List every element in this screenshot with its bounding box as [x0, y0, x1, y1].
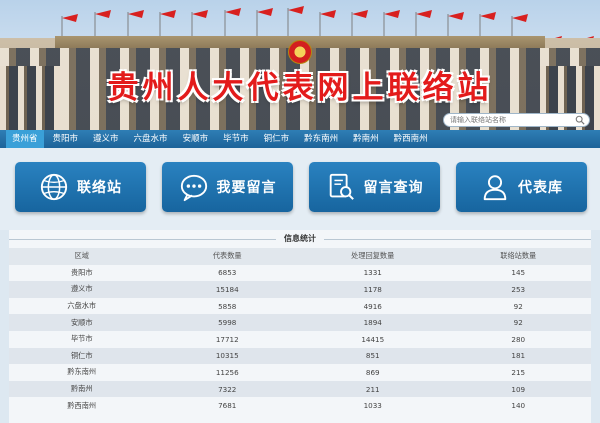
table-row: 安顺市 5998 1894 92	[9, 314, 591, 331]
cell-station-count: 280	[445, 330, 591, 348]
nav-item-zunyi[interactable]: 遵义市	[87, 130, 125, 148]
nav-item-anshun[interactable]: 安顺市	[177, 130, 215, 148]
cell-station-count: 140	[445, 397, 591, 414]
cell-reply-count: 211	[300, 380, 446, 398]
info-statistics-panel: 信息统计 区域 代表数量 处理回复数量 联络站数量 贵阳市 6853 1331 …	[9, 230, 591, 423]
chat-bubble-icon	[180, 174, 207, 202]
liaison-station-label: 联络站	[77, 180, 122, 196]
nav-item-guizhou[interactable]: 贵州省	[6, 130, 44, 148]
table-row: 铜仁市 10315 851 181	[9, 347, 591, 365]
nav-item-qianxinan[interactable]: 黔西南州	[388, 130, 434, 148]
col-header-region: 区域	[9, 248, 155, 265]
cell-reply-count: 869	[300, 364, 446, 381]
stats-title: 信息统计	[276, 233, 324, 244]
cell-station-count: 181	[445, 347, 591, 365]
cell-reply-count: 1178	[300, 281, 446, 298]
table-row: 黔东南州 11256 869 215	[9, 364, 591, 381]
col-header-station-count: 联络站数量	[445, 248, 591, 265]
search-input[interactable]	[450, 114, 575, 126]
leave-message-button[interactable]: 我要留言	[162, 162, 293, 212]
cell-region: 铜仁市	[9, 347, 155, 365]
representative-db-label: 代表库	[518, 180, 563, 196]
cell-rep-count: 10315	[154, 347, 300, 365]
col-header-rep-count: 代表数量	[154, 248, 300, 265]
stats-header-row: 区域 代表数量 处理回复数量 联络站数量	[9, 248, 591, 265]
search-icon[interactable]	[575, 115, 585, 125]
leave-message-label: 我要留言	[216, 180, 277, 196]
nav-item-liupanshui[interactable]: 六盘水市	[128, 130, 174, 148]
red-flags-row	[61, 6, 594, 40]
cell-reply-count: 1331	[300, 264, 446, 282]
cell-rep-count: 6853	[154, 264, 300, 282]
cell-rep-count: 15184	[154, 281, 300, 298]
cell-station-count: 253	[445, 281, 591, 298]
cell-station-count: 215	[445, 364, 591, 381]
cell-reply-count: 14415	[300, 330, 446, 348]
cell-station-count: 92	[445, 297, 591, 315]
nav-item-tongren[interactable]: 铜仁市	[258, 130, 296, 148]
table-row: 六盘水市 5858 4916 92	[9, 297, 591, 315]
cell-station-count: 145	[445, 264, 591, 282]
national-emblem-icon	[288, 40, 312, 64]
cell-region: 黔东南州	[9, 364, 155, 381]
cell-reply-count: 1894	[300, 314, 446, 331]
table-row: 黔西南州 7681 1033 140	[9, 397, 591, 414]
nav-item-qiandongnan[interactable]: 黔东南州	[298, 130, 344, 148]
cell-reply-count: 851	[300, 347, 446, 365]
globe-icon	[40, 173, 68, 201]
cell-station-count: 92	[445, 314, 591, 331]
cell-reply-count: 4916	[300, 297, 446, 315]
cell-rep-count: 7681	[154, 397, 300, 414]
table-row: 黔南州 7322 211 109	[9, 380, 591, 398]
header-banner: 贵州人大代表网上联络站	[0, 0, 600, 130]
cell-region: 贵阳市	[9, 264, 155, 282]
document-search-icon	[329, 173, 354, 200]
cell-region: 毕节市	[9, 330, 155, 348]
cell-rep-count: 5858	[154, 297, 300, 315]
cell-region: 黔南州	[9, 380, 155, 398]
nav-item-qiannan[interactable]: 黔南州	[347, 130, 385, 148]
cell-rep-count: 11256	[154, 364, 300, 381]
cell-rep-count: 7322	[154, 380, 300, 398]
cell-region: 遵义市	[9, 281, 155, 298]
user-icon	[483, 175, 507, 201]
table-row: 毕节市 17712 14415 280	[9, 330, 591, 348]
nav-item-bijie[interactable]: 毕节市	[217, 130, 255, 148]
cell-rep-count: 5998	[154, 314, 300, 331]
message-query-label: 留言查询	[363, 180, 424, 196]
table-row: 遵义市 15184 1178 253	[9, 281, 591, 298]
cell-region: 黔西南州	[9, 397, 155, 414]
table-row: 贵阳市 6853 1331 145	[9, 264, 591, 282]
representative-db-button[interactable]: 代表库	[456, 162, 587, 212]
message-query-button[interactable]: 留言查询	[309, 162, 440, 212]
cell-rep-count: 17712	[154, 330, 300, 348]
cell-reply-count: 1033	[300, 397, 446, 414]
site-title: 贵州人大代表网上联络站	[107, 70, 493, 106]
stats-table: 区域 代表数量 处理回复数量 联络站数量 贵阳市 6853 1331 145 遵…	[9, 248, 591, 414]
action-buttons: 联络站 我要留言 留言查询 代表库	[0, 148, 600, 230]
nav-item-guiyang[interactable]: 贵阳市	[47, 130, 85, 148]
cell-region: 安顺市	[9, 314, 155, 331]
search-box	[443, 113, 590, 127]
col-header-reply-count: 处理回复数量	[300, 248, 446, 265]
cell-region: 六盘水市	[9, 297, 155, 315]
region-nav: 贵州省 贵阳市 遵义市 六盘水市 安顺市 毕节市 铜仁市 黔东南州 黔南州 黔西…	[0, 130, 600, 148]
liaison-station-button[interactable]: 联络站	[15, 162, 146, 212]
stats-title-row: 信息统计	[9, 230, 591, 248]
cell-station-count: 109	[445, 380, 591, 398]
